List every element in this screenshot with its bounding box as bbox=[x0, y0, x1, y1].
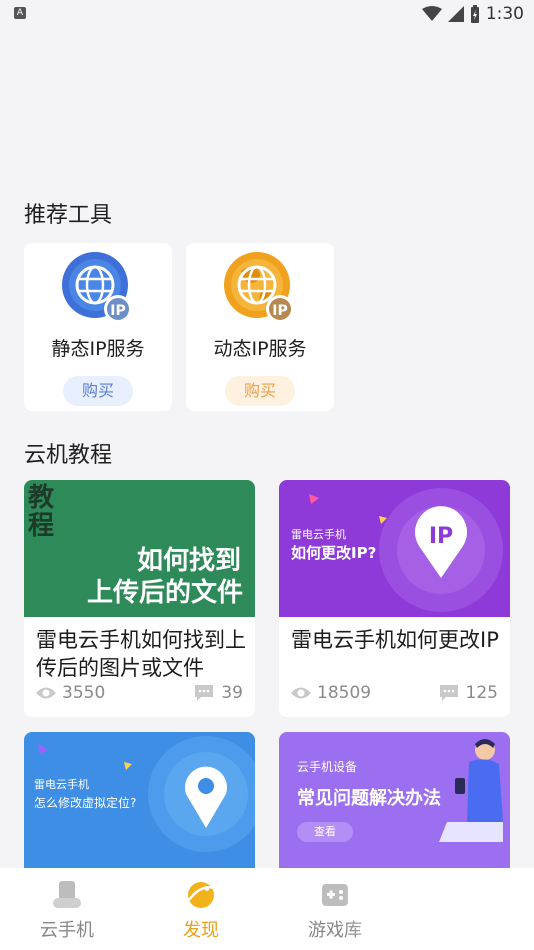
thumb-headline: 如何更改IP? bbox=[291, 544, 377, 562]
comment-icon bbox=[439, 685, 458, 701]
thumb-brand: 雷电云手机 bbox=[291, 528, 346, 541]
comment-icon bbox=[195, 685, 214, 701]
status-icons: 1:30 bbox=[421, 2, 524, 26]
tutorial-card[interactable]: 教程 如何找到 上传后的文件 雷电云手机如何找到上传后的图片或文件 3550 3… bbox=[24, 480, 255, 717]
tutorial-meta: 18509 125 bbox=[291, 683, 498, 705]
battery-icon bbox=[470, 5, 479, 23]
cloud-phone-icon bbox=[53, 881, 81, 908]
tool-name: 动态IP服务 bbox=[213, 338, 307, 360]
discover-planet-icon bbox=[188, 882, 216, 908]
tutorial-card[interactable]: 云手机设备 常见问题解决办法 查看 bbox=[279, 732, 510, 868]
buy-button[interactable]: 购买 bbox=[63, 376, 133, 406]
tool-card-static-ip[interactable]: IP 静态IP服务 购买 bbox=[24, 243, 172, 411]
nav-label: 发现 bbox=[183, 920, 219, 941]
tutorial-meta: 3550 39 bbox=[36, 683, 243, 705]
thumb-view-button: 查看 bbox=[297, 822, 353, 842]
tutorial-thumbnail: IP 雷电云手机 如何更改IP? bbox=[279, 480, 510, 617]
globe-ip-orange-icon: IP bbox=[224, 252, 294, 323]
notification-icon: A bbox=[14, 7, 26, 19]
nav-item-discover[interactable]: 发现 bbox=[134, 868, 268, 950]
thumb-badge: IP bbox=[428, 524, 454, 549]
tutorial-thumbnail: 雷电云手机 怎么修改虚拟定位? bbox=[24, 732, 255, 868]
view-count: 18509 bbox=[317, 683, 372, 703]
tutorial-card[interactable]: 雷电云手机 怎么修改虚拟定位? bbox=[24, 732, 255, 868]
section-title-tutorials: 云机教程 bbox=[24, 443, 113, 468]
nav-item-cloud-phone[interactable]: 云手机 bbox=[0, 868, 134, 950]
wifi-icon bbox=[421, 6, 442, 21]
status-bar: A 1:30 bbox=[0, 0, 534, 28]
tool-name: 静态IP服务 bbox=[51, 338, 145, 360]
nav-label: 云手机 bbox=[40, 920, 94, 941]
bottom-navigation: 云手机 发现 游戏库 bbox=[0, 868, 534, 950]
signal-icon bbox=[447, 6, 464, 22]
buy-button[interactable]: 购买 bbox=[225, 376, 295, 406]
tutorial-thumbnail: 云手机设备 常见问题解决办法 查看 bbox=[279, 732, 510, 868]
comment-count: 39 bbox=[221, 683, 243, 703]
tutorial-title: 雷电云手机如何找到上传后的图片或文件 bbox=[36, 628, 246, 680]
view-count: 3550 bbox=[62, 683, 106, 703]
tool-card-dynamic-ip[interactable]: IP 动态IP服务 购买 bbox=[186, 243, 334, 411]
eye-icon bbox=[36, 687, 56, 699]
tutorial-card[interactable]: IP 雷电云手机 如何更改IP? 雷电云手机如何更改IP 18509 125 bbox=[279, 480, 510, 717]
globe-ip-blue-icon: IP bbox=[62, 252, 132, 323]
tutorial-thumbnail: 教程 如何找到 上传后的文件 bbox=[24, 480, 255, 617]
tutorial-title: 雷电云手机如何更改IP bbox=[291, 628, 499, 652]
thumb-tag: 教程 bbox=[28, 483, 55, 541]
svg-text:IP: IP bbox=[110, 303, 125, 319]
nav-fade-overlay bbox=[344, 868, 534, 950]
svg-text:IP: IP bbox=[272, 303, 287, 319]
comment-count: 125 bbox=[465, 683, 498, 703]
section-title-tools: 推荐工具 bbox=[24, 203, 113, 228]
thumb-brand: 雷电云手机 bbox=[34, 778, 89, 791]
thumb-brand: 云手机设备 bbox=[297, 760, 358, 774]
thumb-headline: 常见问题解决办法 bbox=[297, 788, 441, 809]
status-time: 1:30 bbox=[485, 4, 524, 24]
eye-icon bbox=[291, 687, 311, 699]
thumb-line2: 上传后的文件 bbox=[86, 578, 243, 608]
thumb-headline: 怎么修改虚拟定位? bbox=[34, 796, 137, 810]
